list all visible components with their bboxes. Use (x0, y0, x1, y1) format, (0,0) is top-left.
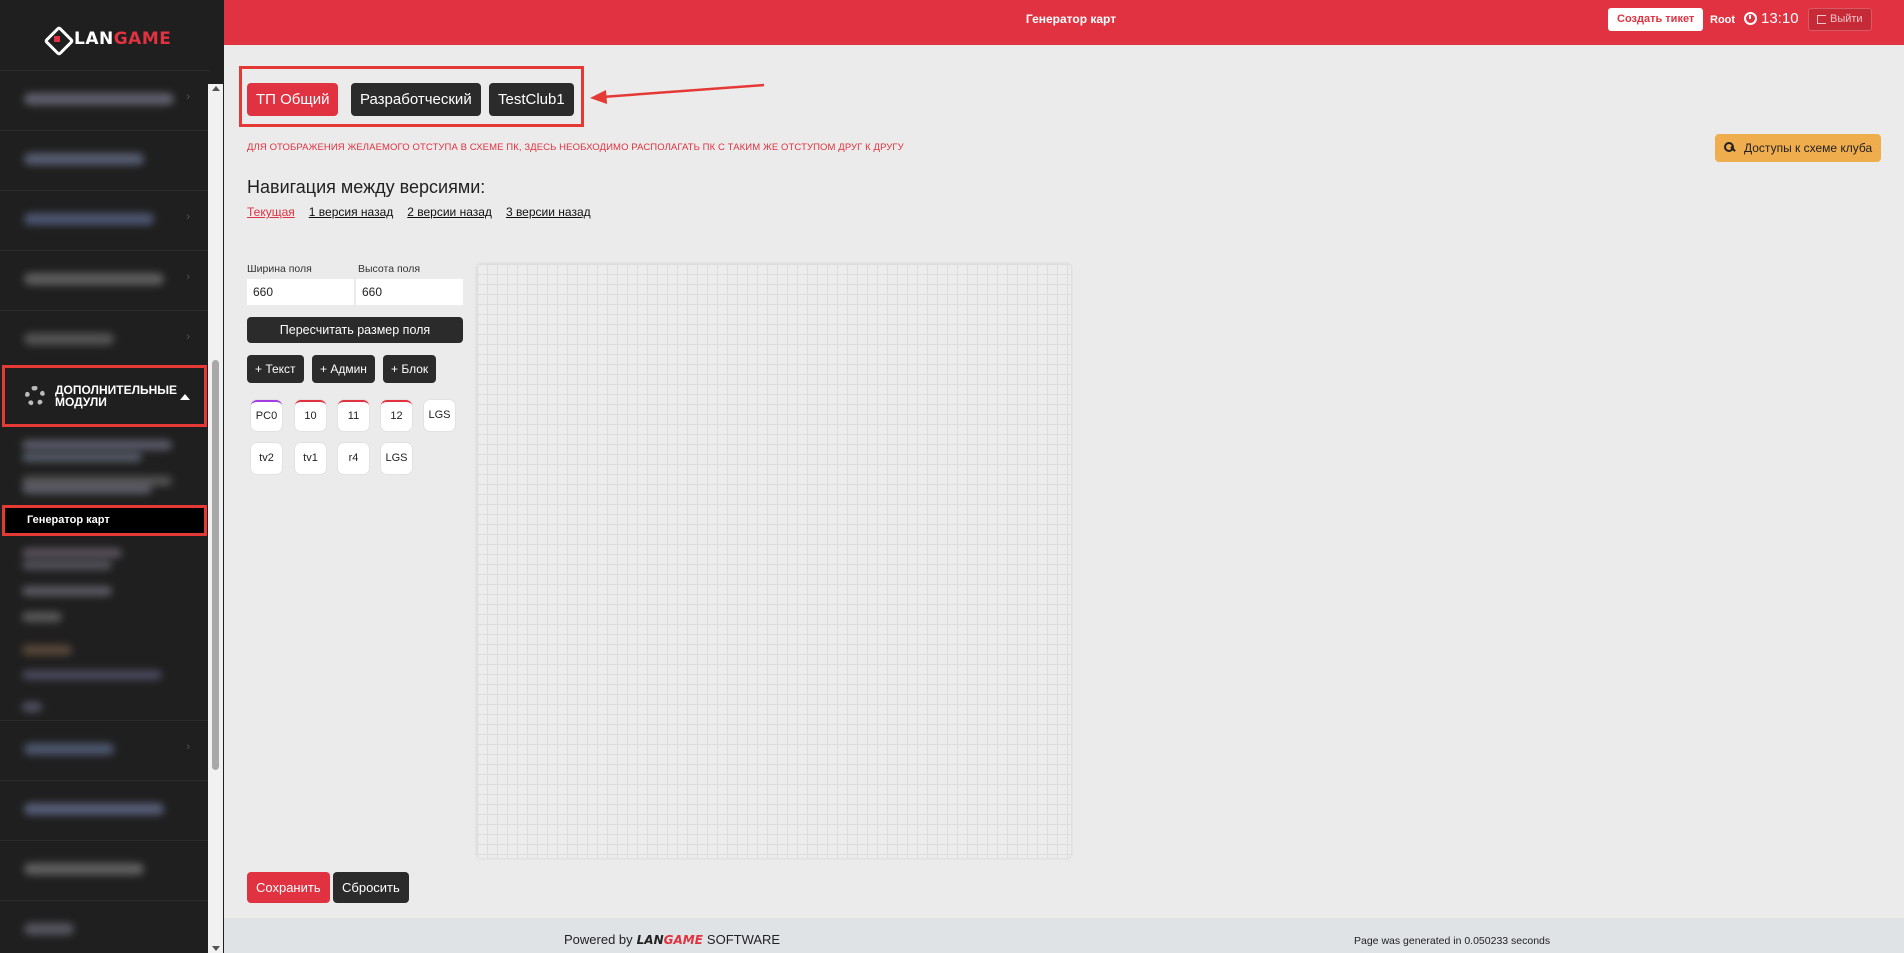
sidebar-subitem-blurred[interactable] (22, 702, 42, 712)
sidebar-subitem-blurred[interactable] (22, 645, 72, 655)
field-height-label: Высота поля (358, 263, 421, 275)
generation-time: Page was generated in 0.050233 seconds (1354, 935, 1551, 947)
version-link-1-back[interactable]: 1 версия назад (309, 205, 393, 219)
spacing-warning: ДЛЯ ОТОБРАЖЕНИЯ ЖЕЛАЕМОГО ОТСТУПА В СХЕМ… (247, 142, 904, 153)
version-navigation: Текущая 1 версия назад 2 версии назад 3 … (247, 205, 591, 219)
field-width-label: Ширина поля (247, 263, 312, 275)
map-token[interactable]: PC0 (251, 400, 282, 431)
club-tab-testclub1[interactable]: TestClub1 (489, 83, 574, 116)
sidebar-item-blurred[interactable] (0, 840, 210, 896)
footer: Powered by LANGAME SOFTWARE Page was gen… (224, 918, 1904, 953)
create-ticket-button[interactable]: Создать тикет (1608, 8, 1704, 31)
key-icon (1724, 142, 1736, 154)
sidebar-item-blurred[interactable] (0, 130, 210, 186)
sidebar-subitem-blurred[interactable] (22, 484, 152, 494)
chevron-right-icon: › (186, 91, 190, 103)
clock-time: 13:10 (1761, 10, 1799, 27)
chevron-right-icon: › (186, 211, 190, 223)
chevron-right-icon: › (186, 331, 190, 343)
sidebar-item-blurred[interactable]: › (0, 250, 210, 306)
version-link-current[interactable]: Текущая (247, 205, 295, 219)
sidebar-scrollbar[interactable] (208, 84, 223, 953)
versions-title: Навигация между версиями: (247, 177, 486, 197)
sidebar-item-blurred[interactable] (0, 900, 210, 953)
logo-text: LANGAME (74, 29, 172, 49)
sidebar-item-blurred[interactable]: › (0, 310, 210, 366)
sidebar-item-blurred[interactable] (0, 780, 210, 836)
add-admin-button[interactable]: + Админ (312, 355, 375, 383)
sidebar-item-additional-modules[interactable]: Дополнительные модули (2, 365, 207, 427)
add-text-button[interactable]: + Текст (247, 355, 304, 383)
logout-button[interactable]: Выйти (1808, 8, 1872, 31)
sidebar-subitem-blurred[interactable] (22, 612, 62, 622)
annotation-arrow (590, 83, 765, 104)
sidebar-subitem-blurred[interactable] (22, 452, 142, 462)
sidebar-subitem-blurred[interactable] (22, 670, 162, 680)
field-height-input[interactable] (356, 279, 463, 305)
logout-label: Выйти (1830, 13, 1863, 25)
save-button[interactable]: Сохранить (247, 872, 330, 903)
top-bar: Генератор карт Создать тикет Root 13:10 … (224, 0, 1904, 45)
map-token[interactable]: LGS (424, 400, 455, 431)
club-scheme-access-button[interactable]: Доступы к схеме клуба (1715, 134, 1882, 162)
powered-by-prefix: Powered by (564, 932, 633, 947)
sidebar-subitem-blurred[interactable] (22, 586, 112, 596)
version-link-3-back[interactable]: 3 версии назад (506, 205, 591, 219)
reset-button[interactable]: Сбросить (333, 872, 409, 903)
map-token[interactable]: 10 (295, 400, 326, 431)
logo[interactable]: LANGAME (46, 28, 171, 50)
chevron-up-icon (180, 394, 190, 400)
footer-brand-logo: LANGAME (636, 932, 703, 947)
clock: 13:10 (1744, 10, 1799, 27)
chevron-right-icon: › (186, 741, 190, 753)
map-grid-canvas[interactable] (477, 264, 1071, 858)
clock-icon (1744, 12, 1757, 25)
scrollbar-thumb[interactable] (212, 360, 219, 770)
recalculate-field-size-button[interactable]: Пересчитать размер поля (247, 317, 463, 343)
sidebar-subitem-blurred[interactable] (22, 440, 172, 450)
club-tab-developer[interactable]: Разработческий (351, 83, 481, 116)
user-name: Root (1710, 14, 1736, 26)
club-scheme-access-label: Доступы к схеме клуба (1744, 141, 1873, 155)
club-tab-general[interactable]: ТП Общий (247, 83, 339, 116)
map-token[interactable]: tv1 (295, 443, 326, 474)
add-block-button[interactable]: + Блок (383, 355, 437, 383)
powered-by: Powered by LANGAME SOFTWARE (564, 932, 780, 947)
scroll-down-icon[interactable] (212, 946, 220, 951)
map-token[interactable]: 12 (381, 400, 412, 431)
map-token[interactable]: tv2 (251, 443, 282, 474)
field-width-input[interactable] (247, 279, 354, 305)
chevron-right-icon: › (186, 271, 190, 283)
gear-icon (25, 386, 45, 406)
map-token[interactable]: 11 (338, 400, 369, 431)
sidebar-item-blurred[interactable]: › (0, 720, 210, 776)
sidebar-item-blurred[interactable]: › (0, 190, 210, 246)
scroll-up-icon[interactable] (212, 86, 220, 91)
version-link-2-back[interactable]: 2 версии назад (407, 205, 492, 219)
sidebar-item-blurred[interactable]: › (0, 70, 210, 126)
map-token[interactable]: r4 (338, 443, 369, 474)
sidebar: LANGAME › › › › Дополнительные модули Ге… (0, 0, 224, 953)
sidebar-section-label: Дополнительные модули (55, 383, 178, 409)
logout-icon (1817, 15, 1826, 24)
powered-by-software: SOFTWARE (706, 932, 781, 947)
sidebar-subitem-blurred[interactable] (22, 560, 112, 570)
sidebar-subitem-blurred[interactable] (22, 548, 122, 558)
sidebar-item-map-generator[interactable]: Генератор карт (2, 505, 207, 536)
langame-logo-icon (46, 28, 68, 50)
map-token[interactable]: LGS (381, 443, 412, 474)
